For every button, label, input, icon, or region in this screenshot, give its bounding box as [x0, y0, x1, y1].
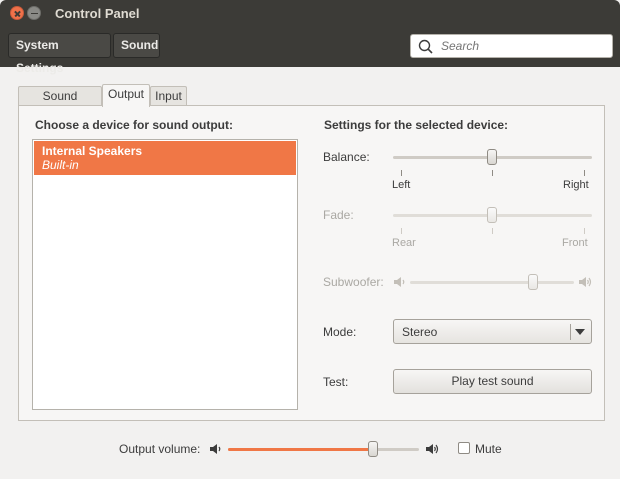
- fade-front-label: Front: [562, 237, 588, 249]
- subwoofer-slider-track[interactable]: [410, 281, 574, 284]
- fade-tick-left: [401, 228, 402, 234]
- balance-slider-handle[interactable]: [487, 149, 497, 165]
- play-test-sound-button[interactable]: Play test sound: [393, 369, 592, 394]
- breadcrumb-system-settings[interactable]: System Settings: [8, 33, 111, 75]
- minimize-icon[interactable]: [27, 6, 41, 20]
- close-icon[interactable]: [10, 6, 24, 20]
- speaker-low-icon: [394, 277, 405, 287]
- balance-label: Balance:: [323, 150, 370, 164]
- mode-select-value: Stereo: [402, 325, 438, 339]
- breadcrumb-sound[interactable]: Sound: [113, 33, 160, 58]
- speaker-low-icon: [210, 444, 221, 454]
- fade-tick-right: [584, 228, 585, 234]
- fade-rear-label: Rear: [392, 237, 416, 249]
- settings-heading: Settings for the selected device:: [324, 118, 509, 132]
- speaker-high-icon: [426, 444, 439, 454]
- list-item[interactable]: Internal Speakers Built-in: [34, 141, 296, 175]
- header-bar: Control Panel System Settings Sound: [0, 0, 620, 75]
- balance-right-label: Right: [563, 179, 589, 191]
- tab-input[interactable]: Input: [150, 86, 187, 106]
- balance-tick-right: [584, 170, 585, 176]
- subwoofer-label: Subwoofer:: [323, 275, 384, 289]
- chevron-down-icon[interactable]: [575, 329, 585, 335]
- tab-sound-effects[interactable]: Sound Effects: [18, 86, 102, 121]
- balance-tick-center: [492, 170, 493, 176]
- subwoofer-slider-handle[interactable]: [528, 274, 538, 290]
- mode-label: Mode:: [323, 325, 357, 339]
- output-volume-label: Output volume:: [119, 442, 201, 456]
- mute-label: Mute: [475, 442, 502, 456]
- device-list[interactable]: Internal Speakers Built-in: [32, 139, 298, 410]
- balance-tick-left: [401, 170, 402, 176]
- mute-checkbox[interactable]: [458, 442, 470, 454]
- output-volume-handle[interactable]: [368, 441, 378, 457]
- speaker-high-icon: [579, 277, 592, 287]
- search-box[interactable]: [410, 34, 613, 58]
- mode-select-divider: [570, 324, 571, 340]
- output-volume-fill: [228, 448, 374, 451]
- device-subtitle: Built-in: [42, 158, 79, 172]
- fade-slider-handle[interactable]: [487, 207, 497, 223]
- balance-left-label: Left: [392, 179, 411, 191]
- window-title: Control Panel: [55, 6, 140, 21]
- search-icon: [418, 39, 433, 54]
- tab-output[interactable]: Output: [102, 84, 150, 107]
- device-name: Internal Speakers: [42, 144, 143, 158]
- test-label: Test:: [323, 375, 349, 389]
- fade-label: Fade:: [323, 208, 354, 222]
- devices-heading: Choose a device for sound output:: [35, 118, 234, 132]
- mode-select[interactable]: Stereo: [393, 319, 592, 344]
- fade-tick-center: [492, 228, 493, 234]
- search-input[interactable]: [441, 39, 606, 53]
